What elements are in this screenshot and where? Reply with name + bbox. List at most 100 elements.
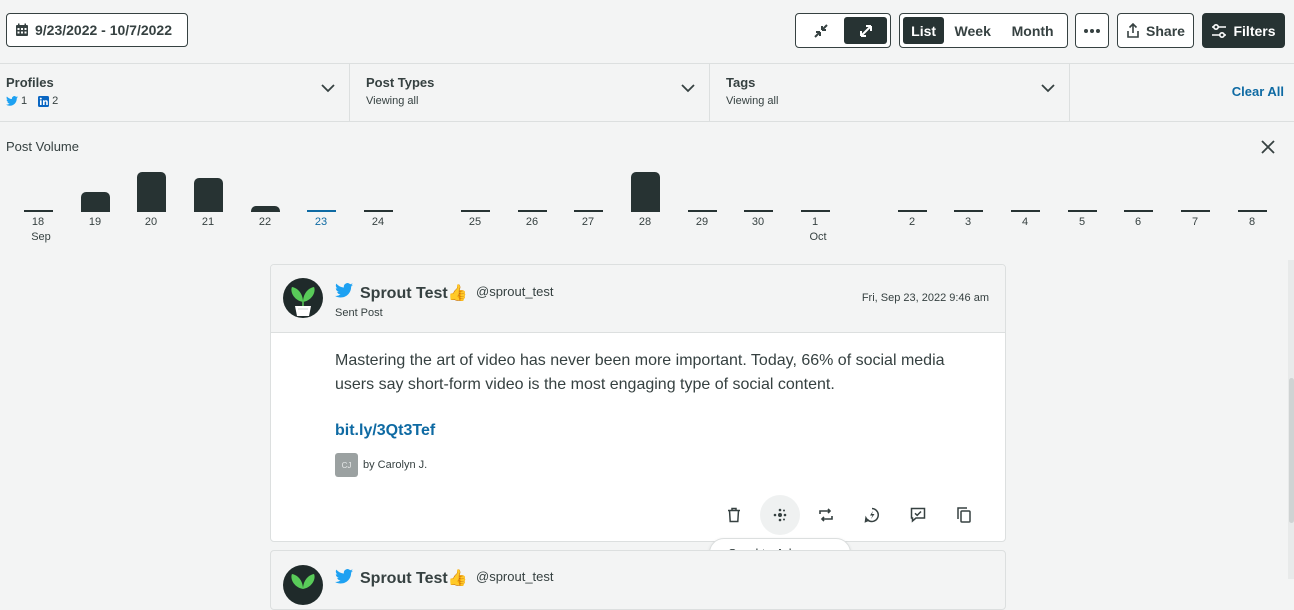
day-label: 26 xyxy=(525,216,539,228)
volume-baseline[interactable] xyxy=(801,210,830,212)
profiles-filter[interactable]: Profiles 1 2 xyxy=(0,64,350,121)
volume-baseline[interactable] xyxy=(364,210,393,212)
retweet-icon xyxy=(819,508,833,522)
share-icon xyxy=(1127,23,1139,38)
volume-baseline[interactable] xyxy=(307,210,336,212)
day-label: 1 xyxy=(811,216,819,228)
volume-baseline[interactable] xyxy=(688,210,717,212)
volume-baseline[interactable] xyxy=(1068,210,1097,212)
twitter-icon xyxy=(335,569,353,584)
month-label: Sep xyxy=(31,231,51,243)
day-label: 21 xyxy=(201,216,215,228)
filters-button[interactable]: Filters xyxy=(1202,13,1285,48)
day-label: 25 xyxy=(468,216,482,228)
day-label: 8 xyxy=(1248,216,1256,228)
copy-icon xyxy=(957,507,971,523)
volume-baseline[interactable] xyxy=(1238,210,1267,212)
day-label: 22 xyxy=(258,216,272,228)
ellipsis-icon xyxy=(1084,28,1100,33)
volume-bar[interactable] xyxy=(631,172,660,212)
post-types-title: Post Types xyxy=(366,75,435,90)
volume-bar[interactable] xyxy=(81,192,110,212)
sprout-logo-icon xyxy=(291,287,315,316)
author-avatar: CJ xyxy=(335,453,358,477)
boost-icon xyxy=(864,507,879,523)
volume-baseline[interactable] xyxy=(954,210,983,212)
view-week-button[interactable]: Week xyxy=(946,17,999,44)
day-label: 28 xyxy=(638,216,652,228)
date-range-label: 9/23/2022 - 10/7/2022 xyxy=(35,22,173,38)
day-label: 23 xyxy=(314,216,328,228)
close-icon[interactable] xyxy=(1261,140,1275,154)
tags-filter[interactable]: Tags Viewing all xyxy=(710,64,1070,121)
post-author: CJ by Carolyn J. xyxy=(335,453,427,477)
post-header: Sprout Test👍 @sprout_test Sent Post Fri,… xyxy=(271,265,1005,333)
author-label: by Carolyn J. xyxy=(363,459,428,471)
chevron-down-icon xyxy=(1041,84,1055,93)
volume-baseline[interactable] xyxy=(744,210,773,212)
day-label: 27 xyxy=(581,216,595,228)
post-types-filter[interactable]: Post Types Viewing all xyxy=(350,64,710,121)
twitter-icon xyxy=(6,96,18,106)
filters-label: Filters xyxy=(1233,22,1276,39)
day-label: 4 xyxy=(1021,216,1029,228)
avatar xyxy=(283,565,323,605)
chevron-down-icon xyxy=(681,84,695,93)
sliders-icon xyxy=(1212,23,1227,38)
view-switcher: List Week Month xyxy=(899,13,1068,48)
post-volume-title: Post Volume xyxy=(6,139,79,154)
day-label: 5 xyxy=(1078,216,1086,228)
delete-button[interactable] xyxy=(714,495,754,535)
account-handle: @sprout_test xyxy=(476,284,554,299)
scrollbar-thumb[interactable] xyxy=(1289,378,1294,523)
tags-title: Tags xyxy=(726,75,756,90)
day-label: 2 xyxy=(908,216,916,228)
volume-bar[interactable] xyxy=(137,172,166,212)
day-label: 19 xyxy=(88,216,102,228)
view-month-button[interactable]: Month xyxy=(1001,17,1064,44)
linkedin-count: 2 xyxy=(52,95,59,107)
twitter-count: 1 xyxy=(21,95,28,107)
volume-baseline[interactable] xyxy=(24,210,53,212)
volume-baseline[interactable] xyxy=(461,210,490,212)
chevron-down-icon xyxy=(321,84,335,93)
date-range-button[interactable]: 9/23/2022 - 10/7/2022 xyxy=(6,13,188,47)
send-to-advocacy-button[interactable] xyxy=(760,495,800,535)
view-list-button[interactable]: List xyxy=(903,17,945,44)
compact-view-button[interactable] xyxy=(799,17,842,44)
density-toggle xyxy=(795,13,891,48)
volume-baseline[interactable] xyxy=(1011,210,1040,212)
volume-bar[interactable] xyxy=(251,206,280,212)
month-label: Oct xyxy=(809,231,827,243)
reply-button[interactable] xyxy=(898,495,938,535)
retweet-button[interactable] xyxy=(806,495,846,535)
filter-bar: Profiles 1 2 Post Types Viewing all Tags… xyxy=(0,64,1294,122)
copy-button[interactable] xyxy=(944,495,984,535)
expanded-view-button[interactable] xyxy=(844,17,887,44)
calendar-icon xyxy=(16,23,28,36)
account-name[interactable]: Sprout Test👍 xyxy=(360,568,468,588)
clear-all-link[interactable]: Clear All xyxy=(1232,84,1284,99)
account-name[interactable]: Sprout Test👍 xyxy=(360,283,468,303)
day-label: 20 xyxy=(144,216,158,228)
volume-bar[interactable] xyxy=(194,178,223,212)
boost-button[interactable] xyxy=(852,495,892,535)
day-label: 6 xyxy=(1134,216,1142,228)
volume-baseline[interactable] xyxy=(1124,210,1153,212)
volume-baseline[interactable] xyxy=(518,210,547,212)
post-type-label: Sent Post xyxy=(335,307,383,319)
volume-baseline[interactable] xyxy=(574,210,603,212)
profiles-summary: 1 2 xyxy=(6,95,349,107)
volume-baseline[interactable] xyxy=(898,210,927,212)
avatar xyxy=(283,278,323,318)
day-label: 3 xyxy=(964,216,972,228)
share-button[interactable]: Share xyxy=(1117,13,1194,48)
day-label: 24 xyxy=(371,216,385,228)
post-card: Sprout Test👍 @sprout_test Sent Post Fri,… xyxy=(270,264,1006,542)
advocacy-icon xyxy=(773,508,787,522)
volume-baseline[interactable] xyxy=(1181,210,1210,212)
day-label: 18 xyxy=(31,216,45,228)
linkedin-icon xyxy=(38,95,50,107)
more-options-button[interactable] xyxy=(1075,13,1109,48)
post-link[interactable]: bit.ly/3Qt3Tef xyxy=(335,422,435,440)
